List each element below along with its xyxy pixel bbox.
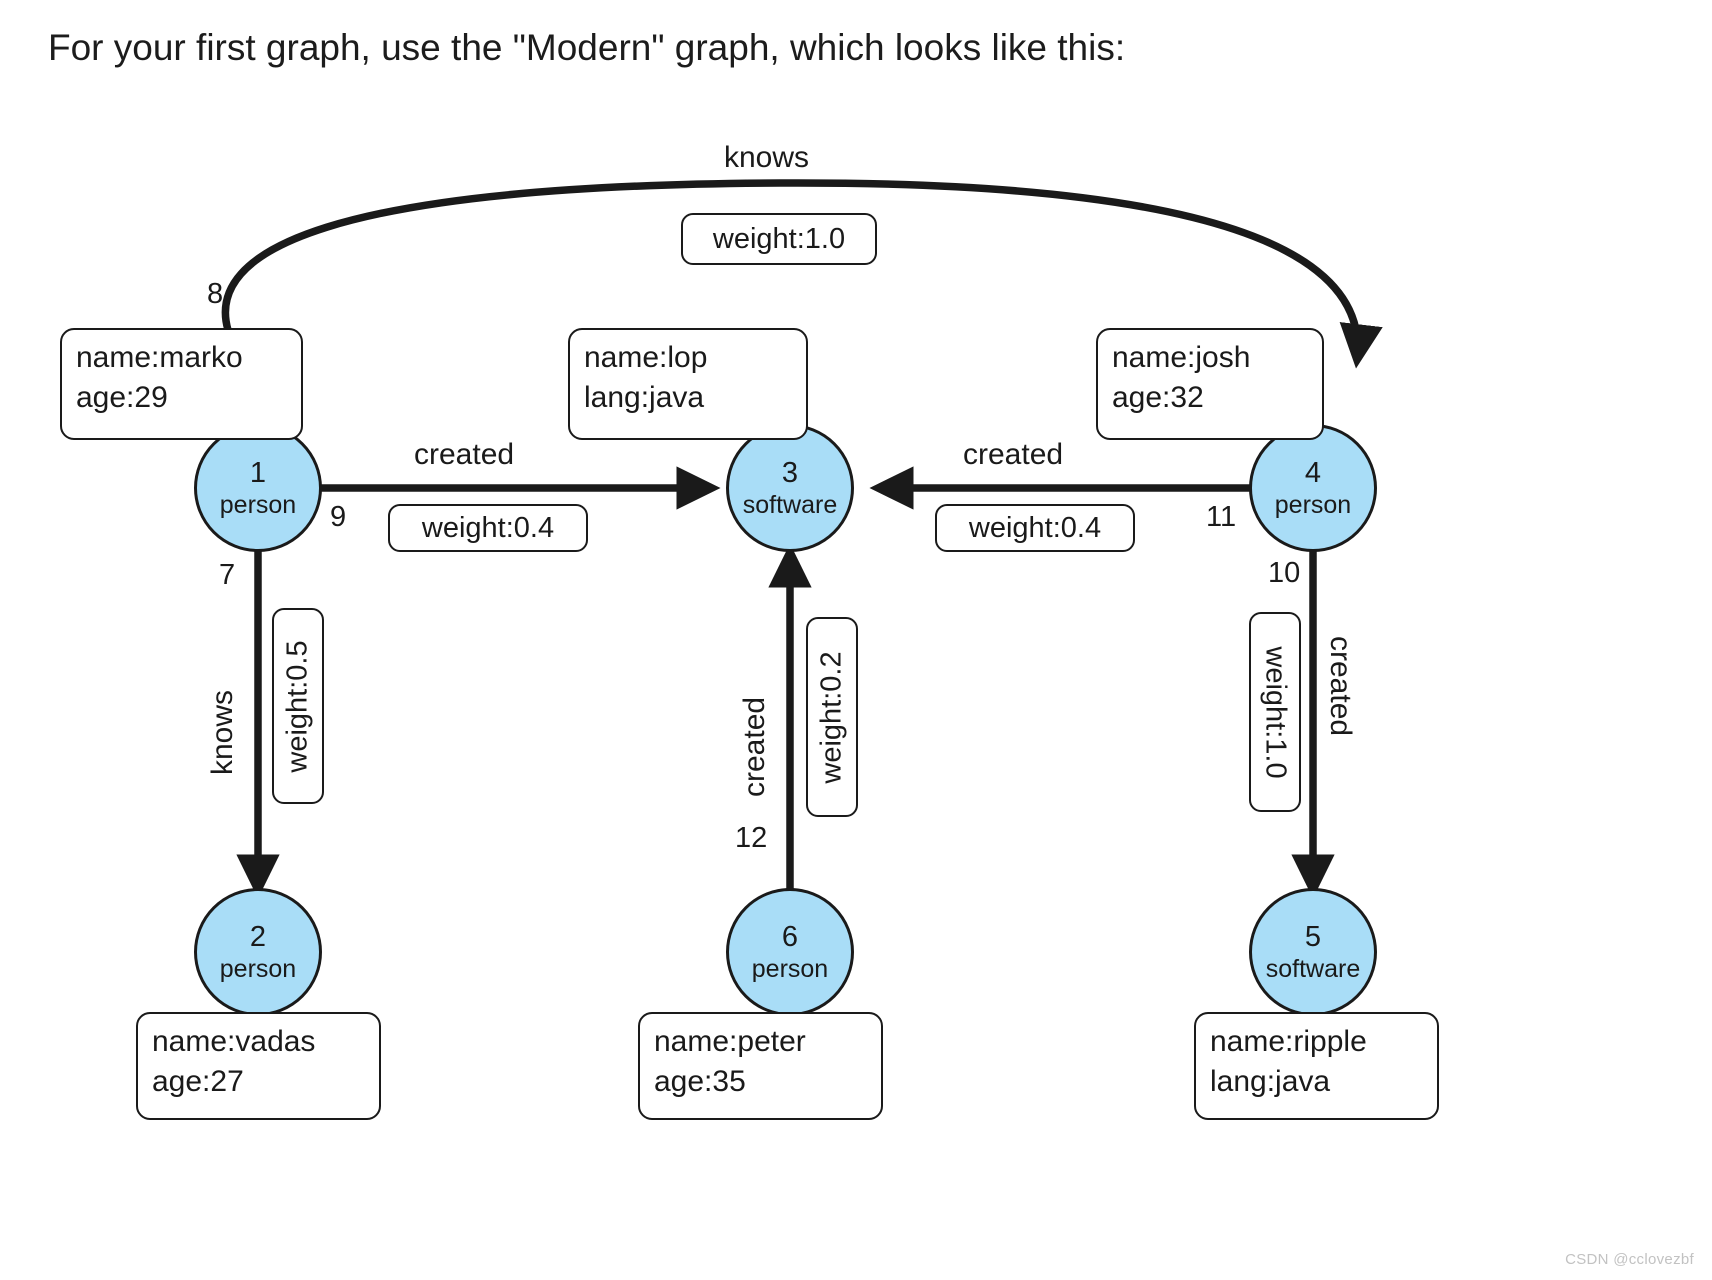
vertex-1-properties: name:marko age:29 [60, 328, 303, 440]
edge-8-label: knows [724, 141, 810, 174]
vertex-3-id: 3 [781, 456, 799, 489]
vertex-3-label: software [742, 490, 838, 519]
vertex-4-prop-name: name:josh [1112, 341, 1251, 374]
edge-11-weight: weight:0.4 [935, 504, 1135, 552]
edge-11-id: 11 [1206, 501, 1237, 533]
vertex-6-prop-age: age:35 [654, 1064, 746, 1098]
vertex-5-prop-lang: lang:java [1210, 1064, 1331, 1098]
watermark: CSDN @cclovezbf [1565, 1251, 1694, 1268]
vertex-6[interactable]: 6 person [726, 888, 854, 1016]
vertex-1-prop-name: name:marko [76, 341, 243, 374]
edge-7-weight: weight:0.5 [272, 608, 324, 804]
edge-8-weight-text: weight:1.0 [712, 222, 846, 255]
vertex-5[interactable]: 5 software [1249, 888, 1377, 1016]
vertex-6-label: person [751, 954, 829, 983]
vertex-4-label: person [1274, 490, 1352, 519]
vertex-5-label: software [1265, 954, 1361, 983]
edge-10-weight: weight:1.0 [1249, 612, 1301, 812]
edge-12-id: 12 [735, 822, 768, 854]
vertex-5-properties: name:ripple lang:java [1194, 1012, 1439, 1120]
edge-9-weight: weight:0.4 [388, 504, 588, 552]
vertex-5-id: 5 [1304, 920, 1322, 953]
vertex-4-id: 4 [1304, 456, 1322, 489]
vertex-5-prop-name: name:ripple [1210, 1025, 1367, 1058]
vertex-1-prop-age: age:29 [76, 380, 168, 414]
edge-11-weight-text: weight:0.4 [968, 511, 1102, 544]
vertex-3-properties: name:lop lang:java [568, 328, 808, 440]
edge-10-id: 10 [1268, 557, 1301, 589]
vertex-6-properties: name:peter age:35 [638, 1012, 883, 1120]
vertex-2-label: person [219, 954, 297, 983]
edge-10-label: created [1324, 636, 1357, 737]
vertex-2-prop-name: name:vadas [152, 1025, 316, 1058]
edge-9-label: created [414, 438, 515, 471]
vertex-3[interactable]: 3 software [726, 424, 854, 552]
vertex-2-prop-age: age:27 [152, 1064, 244, 1098]
edge-12-label: created [738, 696, 771, 797]
edge-12-weight: weight:0.2 [806, 617, 858, 817]
edge-9-weight-text: weight:0.4 [421, 511, 555, 544]
edge-7-label: knows [206, 689, 239, 775]
vertex-4-prop-age: age:32 [1112, 380, 1204, 414]
edge-7-id: 7 [219, 559, 236, 591]
edge-8-weight: weight:1.0 [681, 213, 877, 265]
vertex-3-prop-name: name:lop [584, 341, 708, 374]
edge-10-weight-text: weight:1.0 [1259, 645, 1292, 779]
vertex-2-properties: name:vadas age:27 [136, 1012, 381, 1120]
vertex-2-id: 2 [249, 920, 267, 953]
edge-7-weight-text: weight:0.5 [281, 639, 314, 773]
edge-11-label: created [963, 438, 1064, 471]
vertex-4-properties: name:josh age:32 [1096, 328, 1324, 440]
vertex-6-prop-name: name:peter [654, 1025, 806, 1058]
edge-12-weight-text: weight:0.2 [815, 650, 848, 784]
vertex-1[interactable]: 1 person [194, 424, 322, 552]
vertex-3-prop-lang: lang:java [584, 380, 705, 414]
vertex-1-id: 1 [249, 456, 267, 489]
vertex-4[interactable]: 4 person [1249, 424, 1377, 552]
vertex-6-id: 6 [781, 920, 799, 953]
vertex-2[interactable]: 2 person [194, 888, 322, 1016]
edge-8-id: 8 [207, 278, 224, 310]
edge-9-id: 9 [330, 501, 347, 533]
vertex-1-label: person [219, 490, 297, 519]
